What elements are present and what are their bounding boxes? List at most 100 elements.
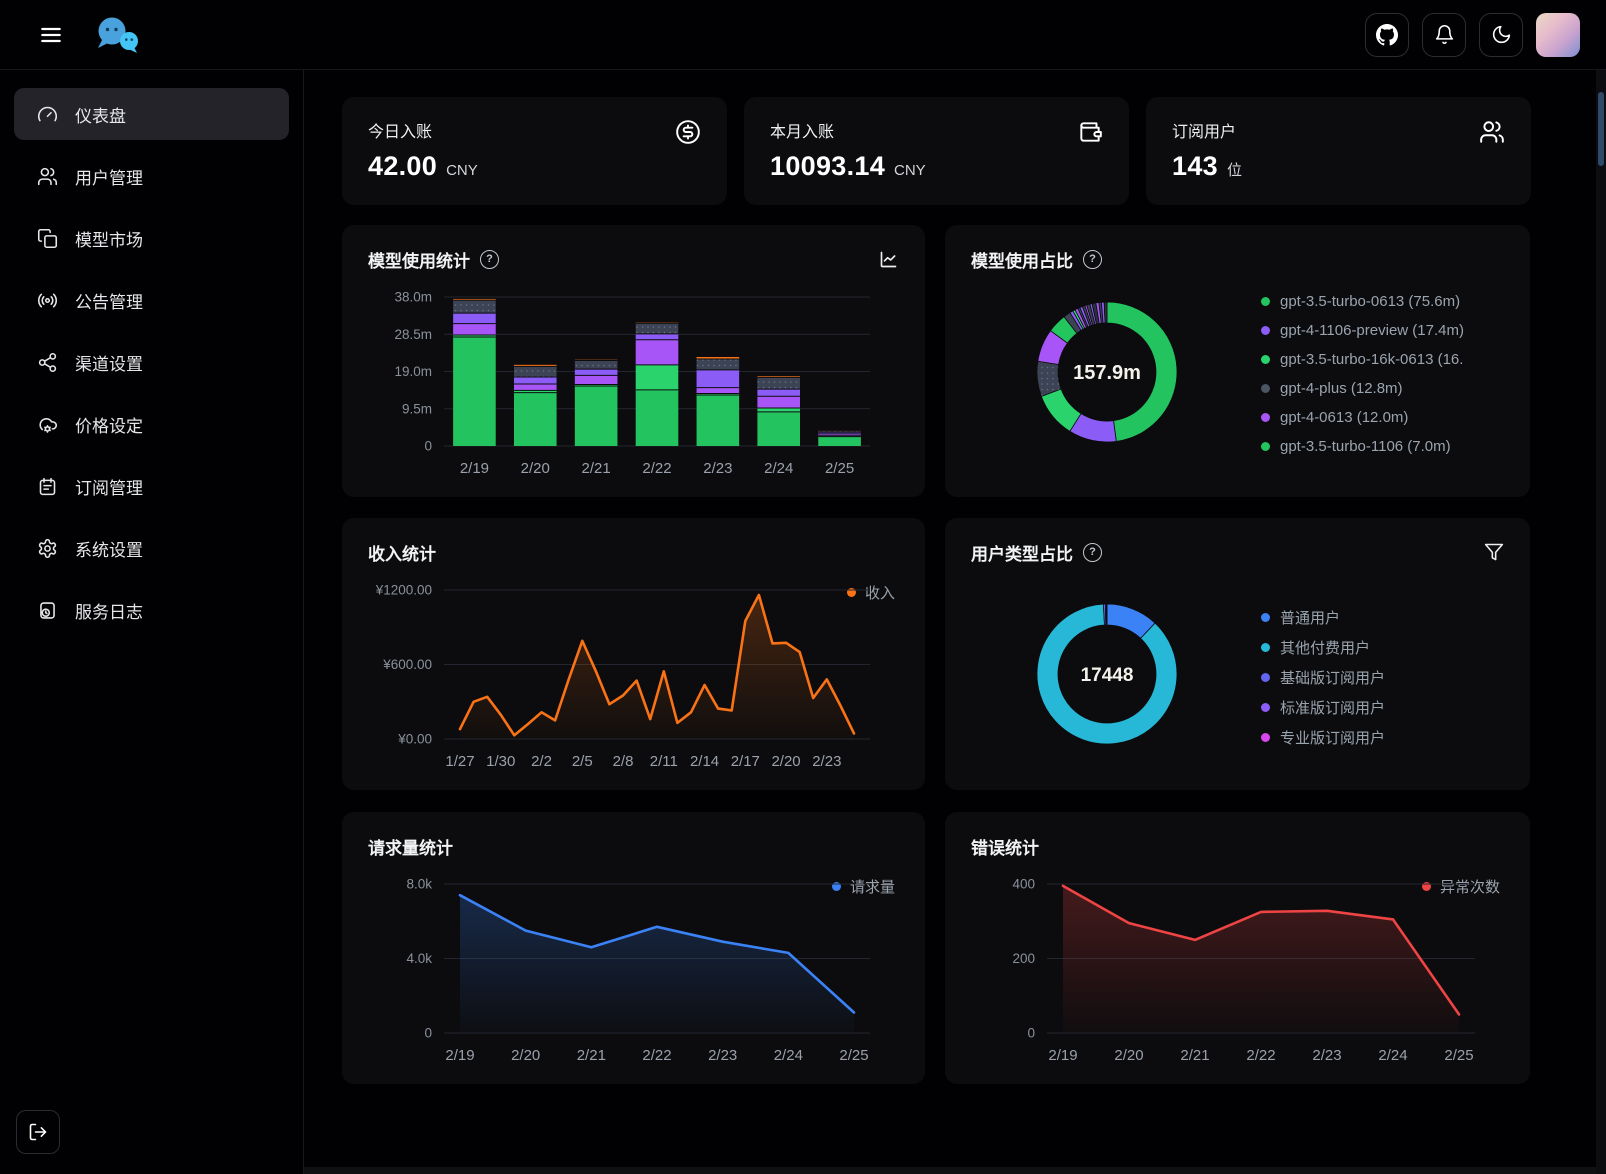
wallet-icon xyxy=(1077,119,1103,145)
sidebar-item-5[interactable]: 渠道设置 xyxy=(14,336,289,388)
github-button[interactable] xyxy=(1365,13,1409,57)
svg-text:0: 0 xyxy=(424,439,432,454)
sidebar: 仪表盘用户管理模型市场公告管理渠道设置价格设定订阅管理系统设置服务日志 xyxy=(0,70,304,1174)
cloud-cog-icon xyxy=(37,414,58,435)
chart-type-toggle-button[interactable] xyxy=(878,249,899,270)
svg-text:2/19: 2/19 xyxy=(460,460,489,477)
share-icon xyxy=(37,352,58,373)
share-icon xyxy=(37,352,58,373)
stat-label: 订阅用户 xyxy=(1172,118,1505,142)
horizontal-scrollbar[interactable] xyxy=(304,1167,1596,1174)
svg-text:2/23: 2/23 xyxy=(708,1047,737,1064)
legend-item[interactable]: gpt-4-plus (12.8m) xyxy=(1261,374,1464,403)
legend-item[interactable]: gpt-3.5-turbo-16k-0613 (16. xyxy=(1261,345,1464,374)
svg-text:4.0k: 4.0k xyxy=(406,951,432,966)
legend-item[interactable]: gpt-4-0613 (12.0m) xyxy=(1261,403,1464,432)
errors-card: 错误统计 异常次数 02004002/192/202/212/222/232/2… xyxy=(945,812,1530,1084)
users-icon xyxy=(37,166,58,187)
subscribers-icon xyxy=(1479,119,1505,145)
legend-item[interactable]: 基础版订阅用户 xyxy=(1261,662,1385,692)
legend-label: gpt-3.5-turbo-0613 (75.6m) xyxy=(1280,293,1460,310)
legend-item[interactable]: 专业版订阅用户 xyxy=(1261,722,1385,752)
svg-text:2/21: 2/21 xyxy=(1180,1047,1209,1064)
svg-text:2/19: 2/19 xyxy=(445,1047,474,1064)
theme-toggle-button[interactable] xyxy=(1479,13,1523,57)
legend-item[interactable]: gpt-4-1106-preview (17.4m) xyxy=(1261,316,1464,345)
svg-text:2/23: 2/23 xyxy=(703,460,732,477)
svg-text:2/21: 2/21 xyxy=(582,460,611,477)
sidebar-item-9[interactable]: 服务日志 xyxy=(14,584,289,636)
legend-dot xyxy=(1261,733,1270,742)
legend-dot xyxy=(1261,297,1270,306)
moon-icon xyxy=(1491,24,1512,45)
stat-card-today-income: 今日入账 42.00 CNY xyxy=(342,97,727,205)
filter-button[interactable] xyxy=(1484,542,1504,562)
requests-chart: 04.0k8.0k2/192/202/212/222/232/242/25 xyxy=(360,868,900,1073)
stat-unit: CNY xyxy=(894,162,926,179)
model-share-donut: 157.9m xyxy=(1007,272,1207,472)
help-icon[interactable]: ? xyxy=(1083,543,1102,562)
legend-item[interactable]: gpt-3.5-turbo-1106 (7.0m) xyxy=(1261,432,1464,461)
copy-icon xyxy=(37,228,58,249)
calendar-icon xyxy=(37,476,58,497)
errors-chart: 02004002/192/202/212/222/232/242/25 xyxy=(963,868,1505,1073)
svg-text:2/5: 2/5 xyxy=(572,753,593,770)
stat-unit: CNY xyxy=(446,162,478,179)
sidebar-item-8[interactable]: 系统设置 xyxy=(14,522,289,574)
help-icon[interactable]: ? xyxy=(1083,250,1102,269)
svg-text:¥1200.00: ¥1200.00 xyxy=(375,583,432,598)
radio-icon xyxy=(37,290,58,311)
stat-label: 今日入账 xyxy=(368,118,701,142)
sidebar-item-2[interactable]: 用户管理 xyxy=(14,150,289,202)
chat-bubbles-icon xyxy=(92,15,144,55)
legend-label: gpt-3.5-turbo-1106 (7.0m) xyxy=(1280,438,1451,455)
topbar-actions xyxy=(1365,13,1580,57)
sidebar-item-label: 公告管理 xyxy=(75,288,143,313)
legend-dot xyxy=(1261,355,1270,364)
stat-value: 143 xyxy=(1172,151,1218,182)
sidebar-item-3[interactable]: 模型市场 xyxy=(14,212,289,264)
sidebar-item-label: 服务日志 xyxy=(75,598,143,623)
line-chart-icon xyxy=(878,249,899,270)
legend-label: 其他付费用户 xyxy=(1280,637,1370,658)
notifications-button[interactable] xyxy=(1422,13,1466,57)
svg-text:0: 0 xyxy=(424,1026,432,1041)
sidebar-item-6[interactable]: 价格设定 xyxy=(14,398,289,450)
gauge-icon xyxy=(37,104,58,125)
card-title: 模型使用统计 ? xyxy=(368,247,899,272)
hamburger-menu-button[interactable] xyxy=(32,16,70,54)
legend-item[interactable]: 其他付费用户 xyxy=(1261,632,1385,662)
svg-text:157.9m: 157.9m xyxy=(1073,362,1141,384)
svg-text:2/8: 2/8 xyxy=(613,753,634,770)
svg-text:9.5m: 9.5m xyxy=(402,401,432,416)
calendar-icon xyxy=(37,476,58,497)
copy-icon xyxy=(37,228,58,249)
help-icon[interactable]: ? xyxy=(480,250,499,269)
sidebar-item-1[interactable]: 仪表盘 xyxy=(14,88,289,140)
svg-text:28.5m: 28.5m xyxy=(394,327,432,342)
svg-text:2/20: 2/20 xyxy=(521,460,550,477)
legend-item[interactable]: 标准版订阅用户 xyxy=(1261,692,1385,722)
sidebar-item-4[interactable]: 公告管理 xyxy=(14,274,289,326)
model-usage-card: 模型使用统计 ? 09.5m19.0m28.5m38.0m2/192/202/2… xyxy=(342,225,925,497)
svg-text:17448: 17448 xyxy=(1081,665,1134,686)
card-title: 请求量统计 xyxy=(368,834,899,859)
legend-label: 专业版订阅用户 xyxy=(1280,727,1385,748)
scrollbar-thumb[interactable] xyxy=(1598,92,1604,166)
gear-icon xyxy=(37,538,58,559)
logout-button[interactable] xyxy=(16,1110,60,1154)
svg-text:2/24: 2/24 xyxy=(1378,1047,1407,1064)
svg-text:2/23: 2/23 xyxy=(812,753,841,770)
stat-value: 10093.14 xyxy=(770,151,885,182)
svg-text:0: 0 xyxy=(1027,1026,1035,1041)
legend-item[interactable]: 普通用户 xyxy=(1261,602,1385,632)
svg-text:8.0k: 8.0k xyxy=(406,877,432,892)
legend-item[interactable]: gpt-3.5-turbo-0613 (75.6m) xyxy=(1261,287,1464,316)
legend-dot xyxy=(1261,326,1270,335)
user-avatar[interactable] xyxy=(1536,13,1580,57)
hamburger-icon xyxy=(38,22,64,48)
sidebar-item-label: 渠道设置 xyxy=(75,350,143,375)
svg-text:2/22: 2/22 xyxy=(642,460,671,477)
svg-text:1/27: 1/27 xyxy=(445,753,474,770)
sidebar-item-7[interactable]: 订阅管理 xyxy=(14,460,289,512)
